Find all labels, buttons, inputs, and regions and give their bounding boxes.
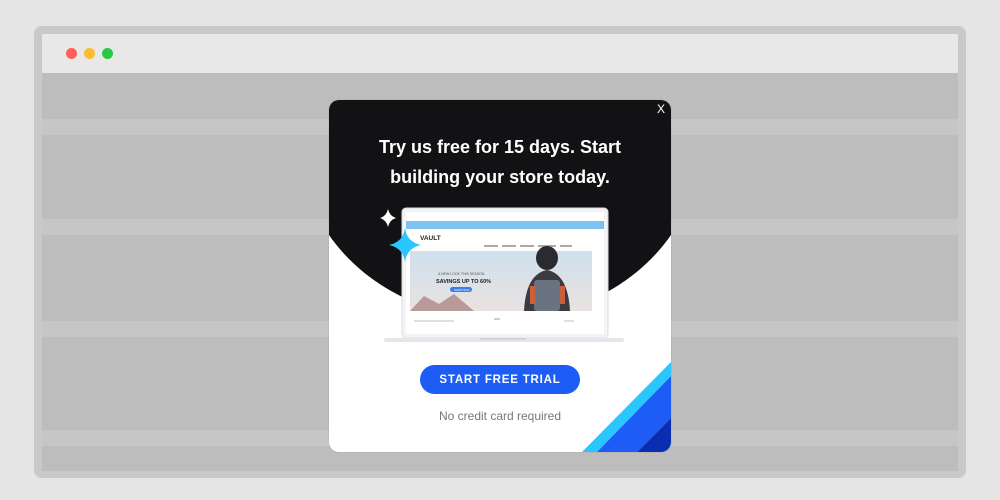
headline-line-2: building your store today. [390, 167, 610, 187]
no-credit-card-note: No credit card required [438, 409, 562, 423]
start-free-trial-button[interactable]: START FREE TRIAL [420, 365, 580, 394]
maximize-window-button[interactable] [102, 48, 113, 59]
close-popup-button[interactable]: X [657, 102, 665, 116]
minimize-window-button[interactable] [84, 48, 95, 59]
signup-popup: X Try us free for 15 days. Start buildin… [329, 100, 671, 452]
preview-hero-button: SHOP NOW [454, 288, 470, 292]
preview-hero-title: SAVINGS UP TO 60% [436, 279, 491, 285]
sparkle-icon [380, 209, 421, 262]
browser-titlebar [42, 34, 958, 73]
headline-line-1: Try us free for 15 days. Start [378, 137, 622, 157]
close-window-button[interactable] [66, 48, 77, 59]
preview-hero-small: A NEW LOOK THIS SEASON [438, 272, 485, 276]
popup-headline: Try us free for 15 days. Start building … [329, 132, 671, 192]
